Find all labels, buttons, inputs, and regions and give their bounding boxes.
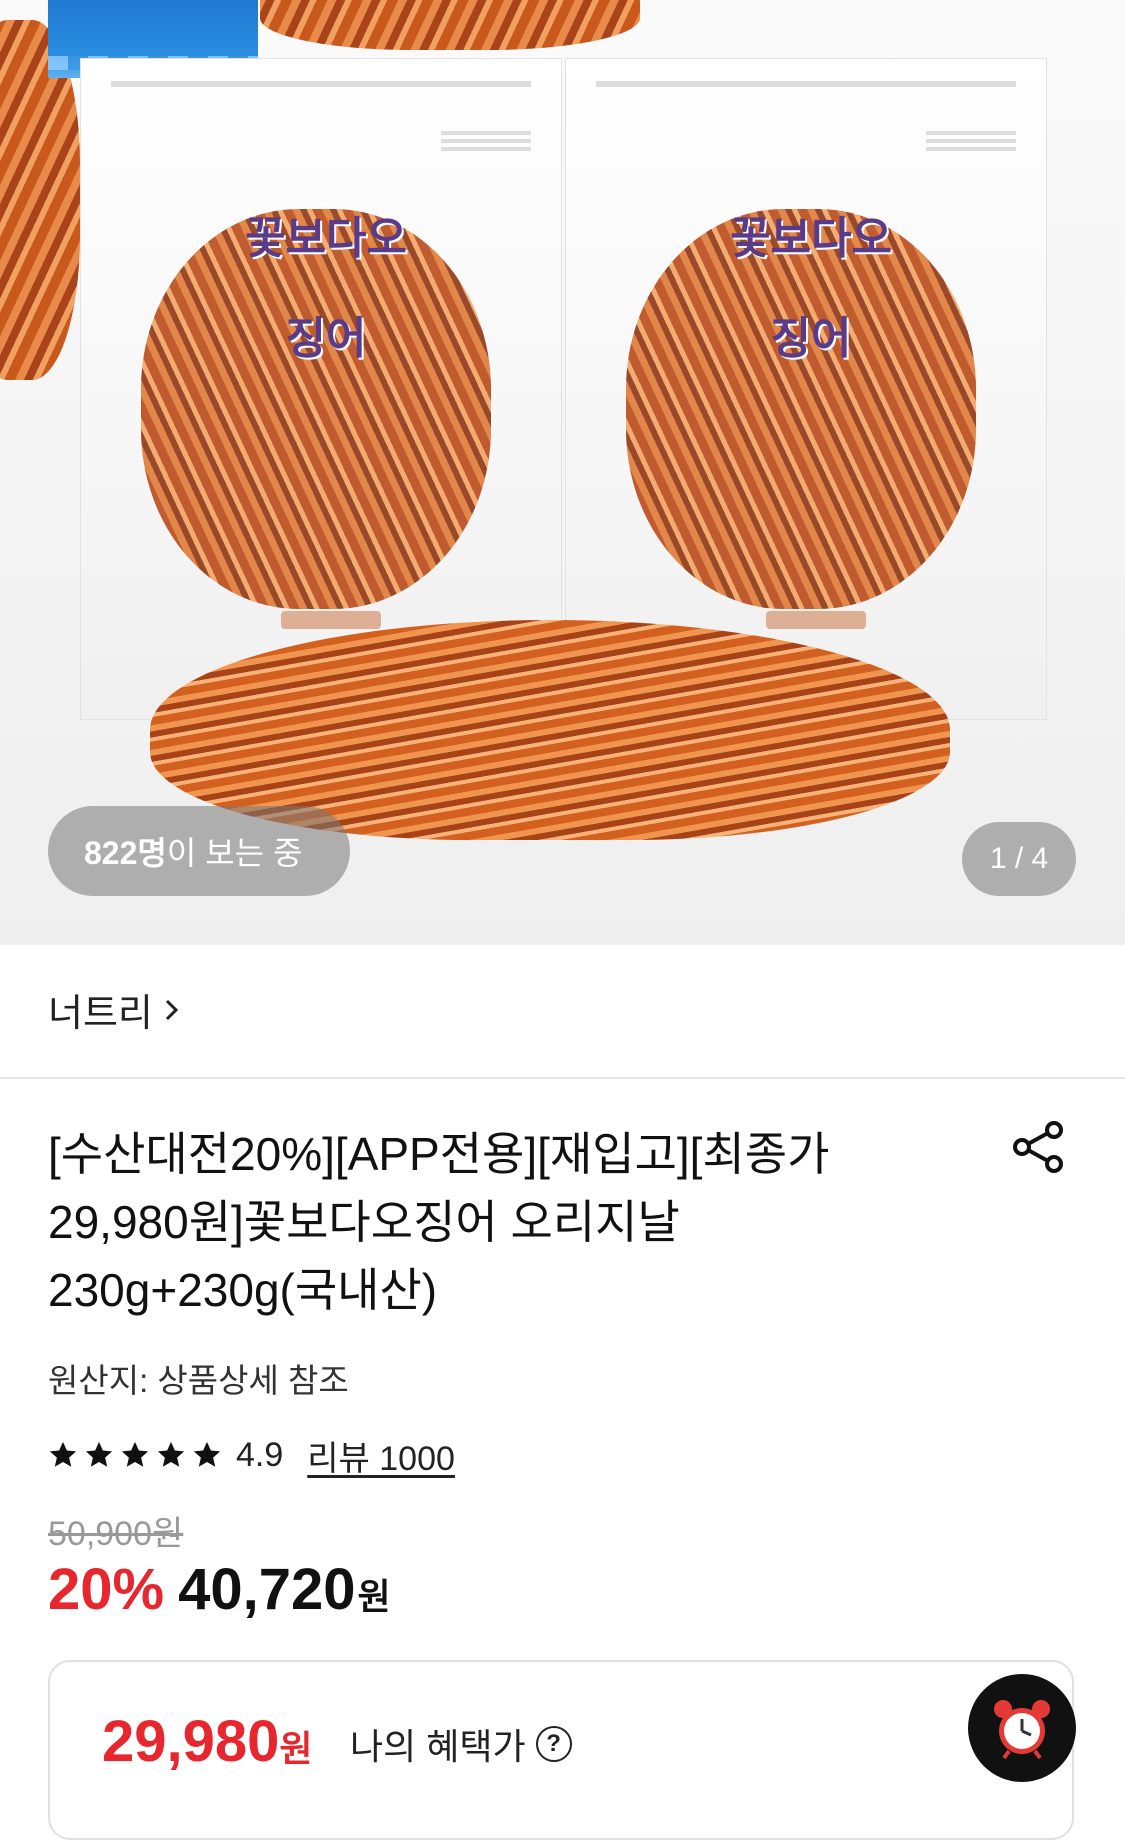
share-icon[interactable]	[1010, 1118, 1068, 1176]
bag-brand-logo: 꽃보다오징어	[245, 213, 407, 364]
discount-rate: 20%	[48, 1557, 165, 1622]
price-unit: 원	[357, 1576, 391, 1617]
alarm-button[interactable]	[968, 1674, 1076, 1782]
benefit-price-value: 29,980	[102, 1709, 280, 1774]
product-image-carousel[interactable]: 꽃보다오징어 꽃보다오징어 822명 이 보는 중 1 / 4	[0, 0, 1125, 945]
product-photo-scatter-top	[260, 0, 640, 50]
rating-row: 4.9 리뷰 1000	[48, 1430, 455, 1480]
store-name: 너트리	[48, 993, 153, 1035]
star-icon	[49, 1441, 77, 1467]
store-link[interactable]: 너트리	[48, 982, 183, 1037]
original-price: 50,900원	[48, 1515, 184, 1553]
viewers-count: 822명	[84, 835, 167, 871]
product-bag-right: 꽃보다오징어	[565, 58, 1047, 720]
benefit-label: 나의 혜택가	[350, 1726, 526, 1767]
benefit-price-box[interactable]: 29,980원 나의 혜택가 ?	[48, 1660, 1074, 1840]
image-counter: 1 / 4	[962, 822, 1076, 896]
price-row: 20% 40,720 원	[48, 1556, 391, 1623]
divider	[0, 1077, 1125, 1079]
star-icon	[157, 1441, 185, 1467]
review-link[interactable]: 리뷰 1000	[307, 1431, 455, 1480]
origin-info: 원산지: 상품상세 참조	[48, 1362, 349, 1399]
chevron-right-icon	[165, 999, 179, 1020]
benefit-price: 29,980원	[102, 1708, 313, 1775]
benefit-price-unit: 원	[279, 1728, 313, 1769]
star-icon	[121, 1441, 149, 1467]
benefit-label-row: 나의 혜택가 ?	[350, 1718, 572, 1770]
alarm-clock-icon	[994, 1700, 1050, 1760]
bag-brand-logo: 꽃보다오징어	[730, 213, 892, 364]
sale-price: 40,720	[178, 1557, 356, 1622]
help-icon[interactable]: ?	[535, 1726, 572, 1762]
star-rating	[48, 1440, 222, 1470]
star-icon	[85, 1441, 113, 1467]
viewers-suffix: 이 보는 중	[166, 835, 303, 871]
product-title: [수산대전20%][APP전용][재입고][최종가 29,980원]꽃보다오징어…	[48, 1128, 830, 1316]
rating-score: 4.9	[236, 1435, 284, 1474]
viewers-badge: 822명 이 보는 중	[48, 806, 350, 896]
star-icon	[193, 1441, 221, 1467]
